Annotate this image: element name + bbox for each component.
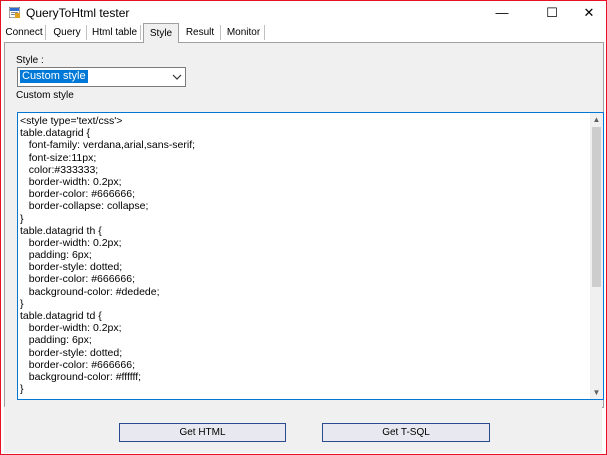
get-tsql-button[interactable]: Get T-SQL: [322, 423, 490, 442]
code-line: border-color: #666666;: [20, 273, 135, 286]
app-icon: [9, 7, 20, 18]
close-button[interactable]: ✕: [572, 1, 606, 24]
chevron-down-icon[interactable]: [172, 72, 182, 82]
code-line: table.datagrid td {: [20, 310, 102, 322]
style-tab-page: Style : Custom style Custom style <style…: [4, 42, 604, 408]
tab-query[interactable]: Query: [48, 25, 87, 40]
button-bar: Get HTML Get T-SQL: [4, 407, 602, 453]
style-label: Style :: [16, 55, 44, 66]
tab-monitor[interactable]: Monitor: [223, 25, 265, 40]
minimize-button[interactable]: —: [485, 1, 519, 24]
style-select-value: Custom style: [20, 70, 88, 83]
title-bar[interactable]: QueryToHtml tester — ☐ ✕: [1, 1, 606, 24]
custom-style-label: Custom style: [16, 90, 74, 101]
code-line: padding: 6px;: [20, 249, 92, 262]
custom-style-editor[interactable]: <style type='text/css'> table.datagrid { …: [17, 112, 604, 400]
tab-html-table[interactable]: Html table: [89, 25, 141, 40]
vertical-scrollbar[interactable]: ▲ ▼: [590, 113, 603, 399]
style-select[interactable]: Custom style: [17, 67, 186, 87]
code-line: border-width: 0.2px;: [20, 175, 122, 188]
code-line: border-width: 0.2px;: [20, 236, 122, 249]
code-line: border-collapse: collapse;: [20, 200, 149, 213]
code-line: color:#333333;: [20, 163, 99, 176]
scroll-up-icon[interactable]: ▲: [590, 113, 603, 126]
scrollbar-thumb[interactable]: [592, 127, 601, 287]
code-line: font-size:11px;: [20, 151, 97, 164]
code-line: <style type='text/css'>: [20, 115, 123, 127]
css-code: <style type='text/css'> table.datagrid { …: [20, 115, 590, 395]
get-html-button[interactable]: Get HTML: [119, 423, 286, 442]
tab-style[interactable]: Style: [143, 23, 179, 43]
tab-connect[interactable]: Connect: [3, 25, 46, 40]
code-line: border-color: #666666;: [20, 188, 135, 201]
code-line: table.datagrid {: [20, 127, 91, 140]
code-line: table.datagrid th {: [20, 224, 102, 237]
code-line: border-width: 0.2px;: [20, 322, 122, 335]
tab-strip: Connect Query Html table Style Result Mo…: [1, 23, 606, 43]
code-line: border-style: dotted;: [20, 346, 123, 359]
code-line: }: [20, 383, 24, 396]
window-title: QueryToHtml tester: [26, 6, 130, 20]
code-line: background-color: #dedede;: [20, 285, 160, 298]
code-line: background-color: #ffffff;: [20, 370, 142, 383]
code-line: padding: 6px;: [20, 334, 92, 347]
code-line: border-style: dotted;: [20, 261, 123, 274]
code-line: }: [20, 297, 24, 310]
code-line: }: [20, 212, 24, 225]
code-line: border-color: #666666;: [20, 358, 135, 371]
app-window: QueryToHtml tester — ☐ ✕ Connect Query H…: [0, 0, 607, 455]
maximize-button[interactable]: ☐: [535, 1, 569, 24]
code-line: font-family: verdana,arial,sans-serif;: [20, 139, 196, 152]
tab-result[interactable]: Result: [180, 25, 221, 40]
scroll-down-icon[interactable]: ▼: [590, 386, 603, 399]
